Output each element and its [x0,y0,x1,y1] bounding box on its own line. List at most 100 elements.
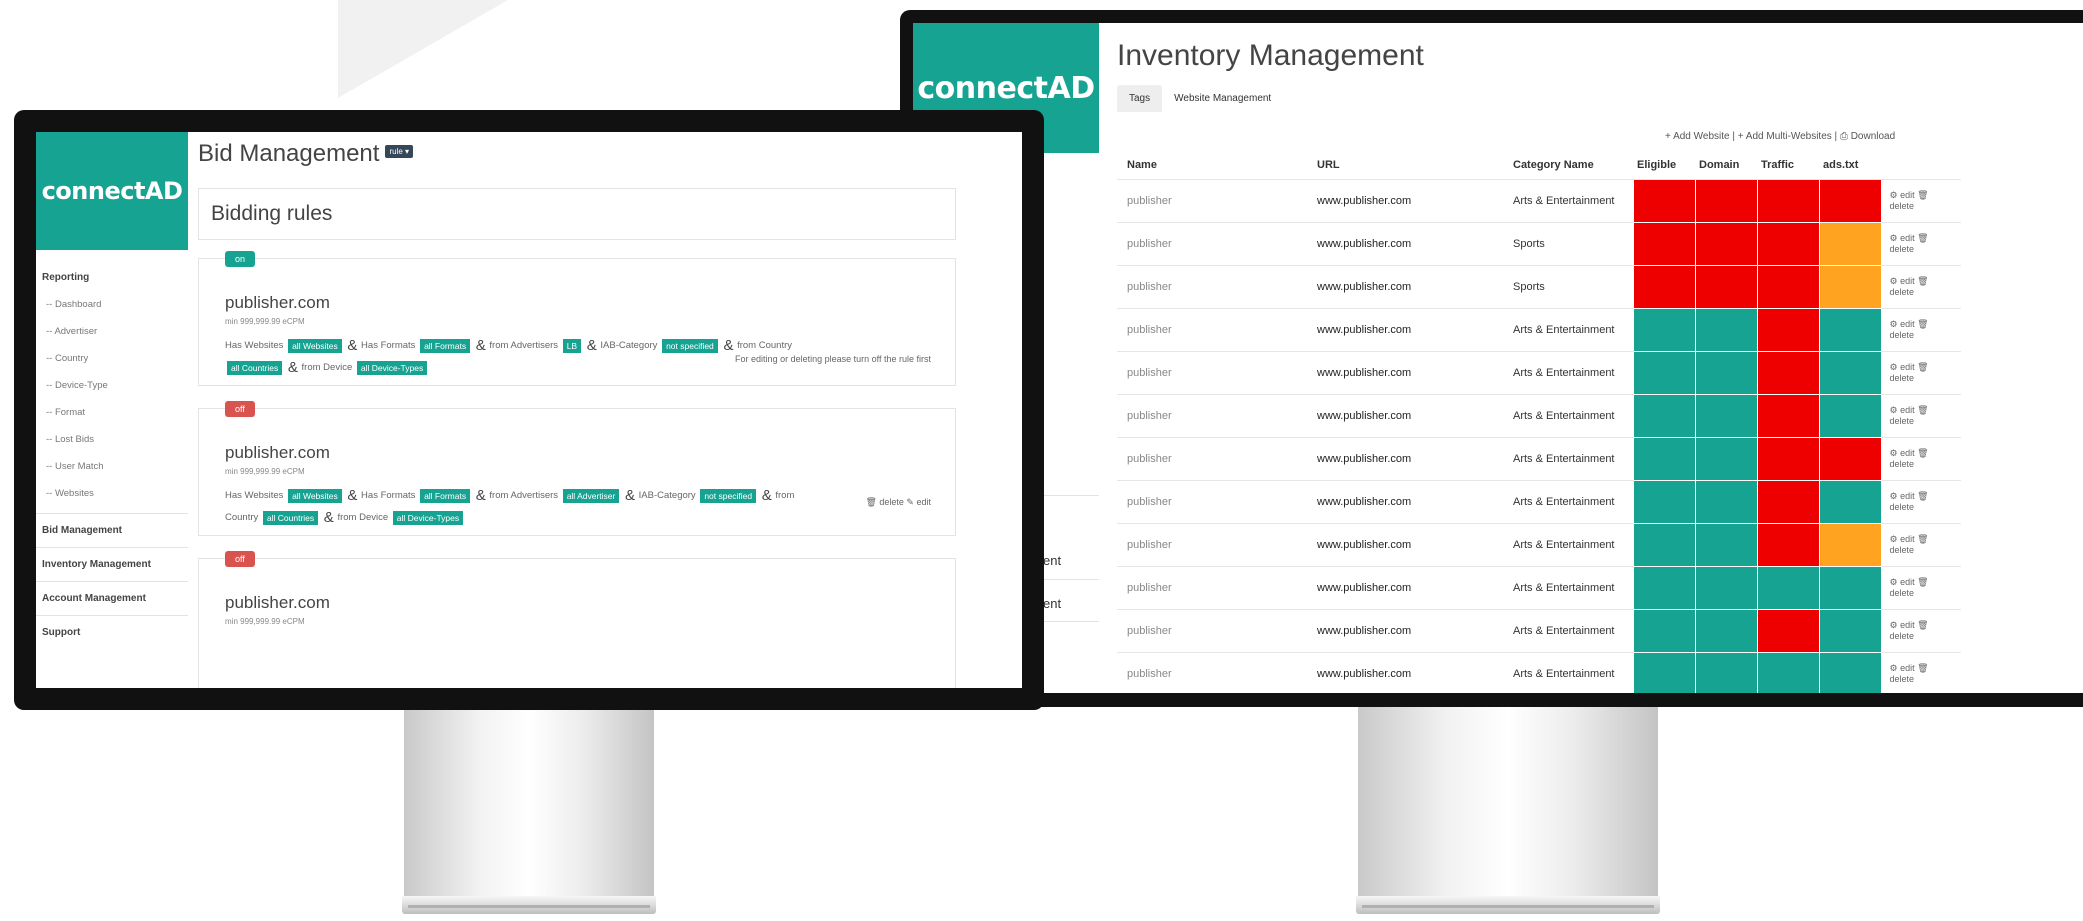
tab-website-management[interactable]: Website Management [1162,85,1283,112]
sidebar-section-inventory-management[interactable]: Inventory Management [36,547,188,581]
column-header-url[interactable]: URL [1307,151,1503,180]
edit-link[interactable]: ⚙ edit 🗑 [1890,362,1952,373]
rule-text: from Advertisers [489,490,559,502]
row-actions: ⚙ edit 🗑 delete [1881,609,1961,653]
sidebar-item-device-type[interactable]: -- Device-Type [36,372,188,399]
tab-tags[interactable]: Tags [1117,85,1163,112]
rule-tag-iab-category[interactable]: not specified [700,488,757,503]
left-monitor-stand [402,706,656,914]
edit-link[interactable]: ⚙ edit 🗑 [1890,405,1952,416]
ads-txt-status-cell [1818,436,1882,481]
eligible-status-cell [1632,522,1696,567]
page-title: Bid Management rule ▾ [198,140,414,168]
sidebar-section-support[interactable]: Support [36,615,188,649]
delete-link[interactable]: delete [1890,287,1952,298]
delete-link[interactable]: delete [1890,588,1952,599]
edit-link[interactable]: ⚙ edit 🗑 [1890,276,1952,287]
website-name-cell: publisher [1117,652,1307,693]
edit-link[interactable]: ⚙ edit 🗑 [1890,491,1952,502]
sidebar-item-lost-bids[interactable]: -- Lost Bids [36,426,188,453]
table-row: publisher www.publisher.com Arts & Enterta… [1117,651,1961,693]
rule-amp: & [287,359,298,376]
rule-dropdown-badge[interactable]: rule ▾ [385,145,414,159]
edit-link[interactable]: ⚙ edit 🗑 [1890,233,1952,244]
rule-conditions-line: Has Websites all Websites & Has Formats … [225,487,794,504]
category-cell: Arts & Entertainment [1503,566,1633,610]
delete-link[interactable]: delete [1890,416,1952,427]
column-header-eligible[interactable]: Eligible [1633,151,1695,180]
rule-text: from Country [737,340,792,352]
delete-link[interactable]: delete [1890,330,1952,341]
rule-tag-websites[interactable]: all Websites [288,338,342,353]
rule-tag-websites[interactable]: all Websites [288,488,342,503]
rule-min-cpm: min 999,999.99 eCPM [225,617,305,626]
edit-link[interactable]: ⚙ edit 🗑 [1890,620,1952,631]
rule-tag-device-types[interactable]: all Device-Types [392,510,464,525]
sidebar-item-fragment[interactable]: ent [1043,553,1061,568]
rule-publisher: publisher.com [225,293,330,312]
column-header-traffic[interactable]: Traffic [1757,151,1819,180]
rule-tag-advertisers[interactable]: all Advertiser [562,488,620,503]
rule-status-toggle[interactable]: on [225,251,256,267]
eligible-status-cell [1632,393,1696,438]
rule-tag-formats[interactable]: all Formats [420,338,471,353]
rule-amp: & [625,487,636,504]
delete-link[interactable]: delete [1890,674,1952,685]
rule-tag-formats[interactable]: all Formats [420,488,471,503]
sidebar-item-dashboard[interactable]: -- Dashboard [36,291,188,318]
column-header-name[interactable]: Name [1117,151,1307,180]
sidebar-item-fragment[interactable]: ent [1043,596,1061,611]
column-header-category[interactable]: Category Name [1503,151,1633,180]
traffic-status-cell [1756,393,1820,438]
edit-link[interactable]: ⚙ edit 🗑 [1890,577,1952,588]
traffic-status-cell [1756,522,1820,567]
column-header-domain[interactable]: Domain [1695,151,1757,180]
delete-link[interactable]: delete [1890,631,1952,642]
edit-link[interactable]: ⚙ edit 🗑 [1890,319,1952,330]
rule-status-toggle[interactable]: off [225,551,255,567]
rule-publisher: publisher.com [225,443,330,462]
category-cell: Arts & Entertainment [1503,394,1633,438]
category-cell: Arts & Entertainment [1503,351,1633,395]
rule-tag-countries[interactable]: all Countries [227,360,283,375]
edit-link[interactable]: ⚙ edit 🗑 [1890,448,1952,459]
connectad-logo[interactable]: connectAD [36,132,188,250]
sidebar-section-account-management[interactable]: Account Management [36,581,188,615]
row-actions: ⚙ edit 🗑 delete [1881,437,1961,481]
eligible-status-cell [1632,479,1696,524]
rule-delete-edit-links[interactable]: 🗑 delete ✎ edit [865,497,931,508]
row-actions: ⚙ edit 🗑 delete [1881,351,1961,395]
rule-status-toggle[interactable]: off [225,401,255,417]
delete-link[interactable]: delete [1890,244,1952,255]
sidebar-section-bid-management[interactable]: Bid Management [36,513,188,547]
website-name-cell: publisher [1117,222,1307,266]
left-monitor: connectAD Reporting -- Dashboard -- Adve… [14,110,1044,710]
sidebar-item-websites[interactable]: -- Websites [36,480,188,507]
rule-text: from Device [337,512,389,524]
edit-link[interactable]: ⚙ edit 🗑 [1890,534,1952,545]
column-header-ads-txt[interactable]: ads.txt [1819,151,1881,180]
traffic-status-cell [1756,307,1820,352]
rule-tag-device-types[interactable]: all Device-Types [356,360,428,375]
delete-link[interactable]: delete [1890,201,1952,212]
edit-link[interactable]: ⚙ edit 🗑 [1890,190,1952,201]
sidebar-item-country[interactable]: -- Country [36,345,188,372]
table-actions[interactable]: + Add Website | + Add Multi-Websites | ⎙… [1665,131,1895,142]
ads-txt-status-cell [1818,565,1882,610]
delete-link[interactable]: delete [1890,545,1952,556]
rule-tag-iab-category[interactable]: not specified [662,338,718,353]
sidebar-section-reporting[interactable]: Reporting [36,260,188,291]
rule-text: IAB-Category [638,490,696,502]
delete-link[interactable]: delete [1890,373,1952,384]
rule-tag-countries[interactable]: all Countries [262,510,319,525]
sidebar-item-user-match[interactable]: -- User Match [36,453,188,480]
eligible-status-cell [1632,350,1696,395]
delete-link[interactable]: delete [1890,502,1952,513]
rule-amp: & [475,487,486,504]
edit-link[interactable]: ⚙ edit 🗑 [1890,663,1952,674]
sidebar-item-advertiser[interactable]: -- Advertiser [36,318,188,345]
rule-tag-advertisers[interactable]: LB [562,338,582,353]
delete-link[interactable]: delete [1890,459,1952,470]
traffic-status-cell [1756,608,1820,653]
sidebar-item-format[interactable]: -- Format [36,399,188,426]
